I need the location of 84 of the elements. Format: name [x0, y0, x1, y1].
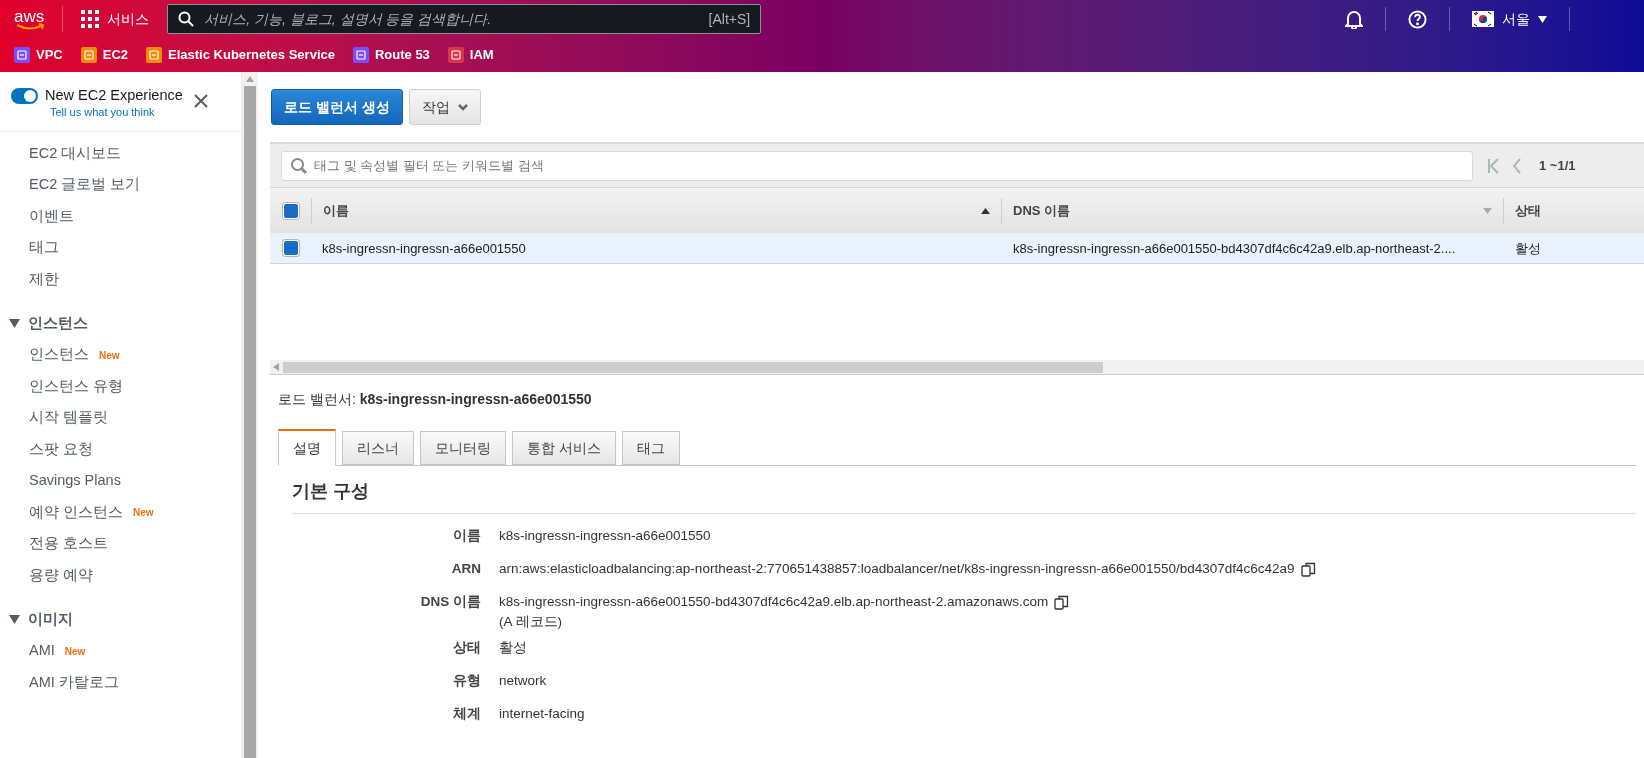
- favorite-service-link[interactable]: VPC: [14, 45, 63, 65]
- experience-title: New EC2 Experience: [45, 86, 183, 104]
- nav-link[interactable]: 예약 인스턴스: [29, 501, 124, 524]
- grid-icon: [81, 10, 100, 28]
- field-value: network: [499, 672, 547, 691]
- nav-link[interactable]: 태그: [0, 232, 241, 264]
- caret-icon[interactable]: [9, 319, 20, 328]
- detail-title: 로드 밸런서: k8s-ingressn-ingressn-a66e001550: [278, 390, 593, 409]
- field-note: (A 레코드): [499, 613, 563, 631]
- field-label: 체계: [453, 705, 481, 724]
- table-cell: 활성: [1515, 241, 1541, 256]
- nav-link[interactable]: 스팟 요청: [0, 434, 241, 466]
- toggle-switch[interactable]: [11, 88, 38, 104]
- flag-icon: [1472, 11, 1494, 27]
- favorite-service-link[interactable]: Route 53: [352, 45, 430, 65]
- field-label: 상태: [453, 639, 481, 658]
- field-value: arn:aws:elasticloadbalancing:ap-northeast-2:770651438857:loadbalancer/net/k8s-ingressn-ingressn-a66e001550/bd4307df4c6c42a9: [499, 559, 1295, 578]
- tab[interactable]: 모니터링: [420, 431, 506, 465]
- column-header[interactable]: DNS 이름: [1013, 200, 1071, 221]
- horizontal-scrollbar[interactable]: [270, 360, 1644, 375]
- nav-link[interactable]: 인스턴스: [29, 344, 89, 367]
- column-header[interactable]: 상태: [1515, 200, 1541, 221]
- pagination-text: 1 ~1/1: [1539, 156, 1576, 175]
- new-label: New: [64, 644, 86, 659]
- checkbox[interactable]: [281, 201, 300, 220]
- caret-icon[interactable]: [9, 615, 20, 624]
- close-icon[interactable]: [194, 94, 208, 108]
- nav-link[interactable]: 용량 예약: [0, 560, 241, 592]
- section-title: 기본 구성: [292, 466, 1636, 514]
- search-icon: [178, 11, 195, 27]
- column-header[interactable]: 이름: [323, 200, 349, 221]
- favorite-service-link[interactable]: EC2: [80, 45, 129, 65]
- field-value: 활성: [499, 639, 527, 658]
- region-selector[interactable]: 서울: [1472, 8, 1547, 30]
- nav-link[interactable]: 제한: [0, 264, 241, 296]
- field-value: internet-facing: [499, 705, 585, 724]
- field-label: DNS 이름: [420, 593, 481, 611]
- table-row[interactable]: k8s-ingressn-ingressn-a66e001550 k8s-ingressn-ingressn-a66e001550-bd4307df4c6c42a9.elb.ap-northeast-2.... 활성: [270, 233, 1644, 264]
- field-value: k8s-ingressn-ingressn-a66e001550-bd4307df4c6c42a9.elb.ap-northeast-2.amazonaws.com: [499, 592, 1049, 611]
- table-cell: k8s-ingressn-ingressn-a66e001550-bd4307df4c6c42a9.elb.ap-northeast-2....: [1013, 241, 1456, 256]
- services-menu-button[interactable]: 서비스: [81, 8, 150, 30]
- section-heading[interactable]: 이미지: [28, 608, 73, 631]
- nav-link[interactable]: 이벤트: [0, 201, 241, 233]
- nav-link[interactable]: EC2 글로벌 보기: [0, 169, 241, 201]
- copy-icon[interactable]: [1054, 594, 1070, 610]
- aws-logo[interactable]: aws: [14, 7, 45, 31]
- search-input[interactable]: 서비스, 기능, 블로그, 설명서 등을 검색합니다.: [204, 8, 699, 30]
- field-label: ARN: [451, 560, 481, 578]
- section-heading[interactable]: 인스턴스: [28, 312, 88, 335]
- field-label: 유형: [453, 672, 481, 691]
- bell-icon[interactable]: [1345, 9, 1363, 29]
- copy-icon[interactable]: [1300, 561, 1316, 577]
- filter-field[interactable]: 태그 및 속성별 필터 또는 키워드별 검색: [281, 150, 1473, 181]
- search-icon: [290, 156, 308, 175]
- nav-link[interactable]: EC2 대시보드: [0, 138, 241, 170]
- tab[interactable]: 설명: [278, 429, 336, 466]
- actions-dropdown[interactable]: 작업: [408, 89, 481, 125]
- tab[interactable]: 통합 서비스: [512, 431, 616, 465]
- search-field[interactable]: 서비스, 기능, 블로그, 설명서 등을 검색합니다. [Alt+S]: [167, 4, 762, 34]
- new-label: New: [133, 506, 154, 521]
- nav-link[interactable]: 시작 템플릿: [0, 402, 241, 434]
- scrollbar[interactable]: [242, 72, 258, 758]
- chevron-down-icon: [457, 103, 468, 111]
- nav-link[interactable]: AMI: [29, 640, 55, 663]
- tab[interactable]: 태그: [621, 431, 680, 465]
- nav-link[interactable]: 인스턴스 유형: [0, 371, 241, 403]
- table-cell: k8s-ingressn-ingressn-a66e001550: [322, 241, 526, 256]
- new-label: New: [99, 348, 120, 363]
- field-label: 이름: [453, 527, 481, 545]
- filter-input[interactable]: 태그 및 속성별 필터 또는 키워드별 검색: [314, 155, 1464, 176]
- field-value: k8s-ingressn-ingressn-a66e001550: [499, 526, 711, 545]
- tab[interactable]: 리스너: [342, 431, 414, 465]
- caret-icon: [1538, 15, 1547, 23]
- nav-link[interactable]: 전용 호스트: [0, 528, 241, 560]
- nav-link[interactable]: AMI 카탈로그: [0, 667, 241, 699]
- sort-ascending-icon[interactable]: [981, 207, 990, 214]
- favorite-service-link[interactable]: IAM: [447, 45, 494, 65]
- nav-link[interactable]: Savings Plans: [0, 465, 241, 497]
- feedback-link[interactable]: Tell us what you think: [50, 104, 183, 121]
- shortcut-hint: [Alt+S]: [708, 9, 751, 29]
- create-load-balancer-button[interactable]: 로드 밸런서 생성: [271, 89, 403, 125]
- favorite-service-link[interactable]: Elastic Kubernetes Service: [146, 45, 335, 65]
- help-icon[interactable]: [1408, 9, 1427, 29]
- checkbox[interactable]: [282, 239, 300, 257]
